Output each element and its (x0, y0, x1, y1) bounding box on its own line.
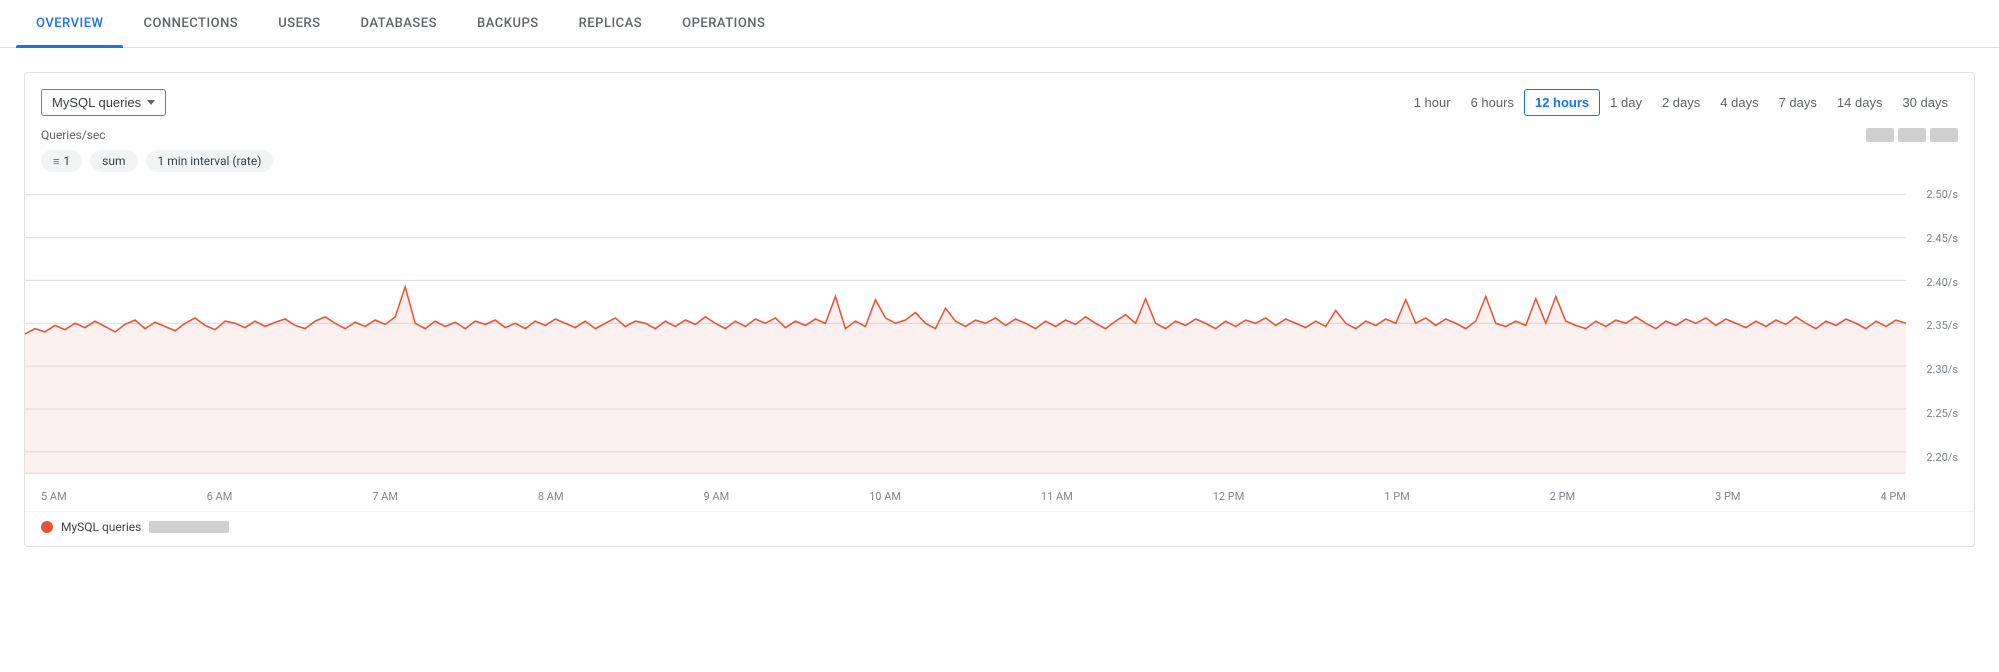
legend-label: MySQL queries (61, 520, 141, 534)
time-btn-2d[interactable]: 2 days (1652, 89, 1710, 116)
x-axis-label: 10 AM (869, 490, 901, 503)
y-axis-label: 2.30/s (1906, 363, 1958, 376)
nav-tab-replicas[interactable]: REPLICAS (559, 0, 663, 47)
nav-tabs: OVERVIEWCONNECTIONSUSERSDATABASESBACKUPS… (0, 0, 1999, 48)
nav-tab-users[interactable]: USERS (258, 0, 340, 47)
metric-dropdown[interactable]: MySQL queries (41, 89, 166, 116)
x-axis-label: 1 PM (1384, 490, 1409, 503)
y-axis-label: 2.25/s (1906, 407, 1958, 420)
nav-tab-backups[interactable]: BACKUPS (457, 0, 559, 47)
dropdown-arrow-icon (147, 100, 155, 105)
dropdown-label: MySQL queries (52, 95, 141, 110)
nav-tab-databases[interactable]: DATABASES (340, 0, 457, 47)
queries-label: Queries/sec (41, 128, 106, 142)
filter-chip-filter1[interactable]: ≡1 (41, 150, 82, 172)
filter-chip-interval[interactable]: 1 min interval (rate) (146, 150, 274, 172)
legend-bar-1 (1866, 128, 1894, 142)
y-axis-label: 2.50/s (1906, 188, 1958, 201)
filter-chips: ≡1sum1 min interval (rate) (25, 150, 1974, 184)
time-btn-1h[interactable]: 1 hour (1404, 89, 1461, 116)
x-axis-label: 6 AM (207, 490, 233, 503)
chip-label: 1 min interval (rate) (158, 154, 262, 168)
x-axis-label: 11 AM (1041, 490, 1073, 503)
time-btn-12h[interactable]: 12 hours (1524, 89, 1600, 116)
chip-label: 1 (63, 154, 70, 168)
x-axis-label: 12 PM (1213, 490, 1245, 503)
y-axis-label: 2.45/s (1906, 232, 1958, 245)
time-btn-14d[interactable]: 14 days (1827, 89, 1893, 116)
x-axis-label: 8 AM (538, 490, 564, 503)
x-axis-label: 4 PM (1880, 490, 1905, 503)
chart-svg-wrapper: 2.50/s 2.45/s 2.40/s 2.35/s 2.30/s 2.25/s 2.20… (25, 184, 1958, 484)
y-axis-label: 2.35/s (1906, 319, 1958, 332)
time-btn-4d[interactable]: 4 days (1710, 89, 1768, 116)
chip-label: sum (102, 154, 125, 168)
chart-header: MySQL queries 1 hour6 hours12 hours1 day… (25, 89, 1974, 128)
legend-bar-3 (1930, 128, 1958, 142)
chart-section: MySQL queries 1 hour6 hours12 hours1 day… (24, 72, 1975, 547)
x-axis-label: 7 AM (372, 490, 398, 503)
legend-dot (41, 521, 53, 533)
x-axis-label: 3 PM (1715, 490, 1740, 503)
nav-tab-operations[interactable]: OPERATIONS (662, 0, 785, 47)
time-btn-6h[interactable]: 6 hours (1461, 89, 1524, 116)
main-content: MySQL queries 1 hour6 hours12 hours1 day… (0, 48, 1999, 563)
chart-meta: Queries/sec (25, 128, 1974, 150)
x-axis-label: 2 PM (1550, 490, 1575, 503)
nav-tab-connections[interactable]: CONNECTIONS (123, 0, 258, 47)
nav-tab-overview[interactable]: OVERVIEW (16, 0, 123, 47)
y-axis-labels: 2.50/s 2.45/s 2.40/s 2.35/s 2.30/s 2.25/s 2.20… (1906, 184, 1958, 484)
x-axis-label: 5 AM (41, 490, 67, 503)
time-range-group: 1 hour6 hours12 hours1 day2 days4 days7 … (1404, 89, 1958, 116)
chart-area: 2.50/s 2.45/s 2.40/s 2.35/s 2.30/s 2.25/s 2.20… (25, 184, 1974, 484)
chart-svg (25, 184, 1906, 484)
legend-placeholder (1866, 128, 1958, 142)
time-btn-30d[interactable]: 30 days (1892, 89, 1958, 116)
time-btn-7d[interactable]: 7 days (1769, 89, 1827, 116)
filter-icon: ≡ (53, 155, 59, 168)
legend-value-placeholder (149, 521, 229, 533)
filter-chip-sum[interactable]: sum (90, 150, 137, 172)
y-axis-label: 2.20/s (1906, 451, 1958, 464)
time-btn-1d[interactable]: 1 day (1600, 89, 1652, 116)
legend-bar-2 (1898, 128, 1926, 142)
x-axis: 5 AM 6 AM 7 AM 8 AM 9 AM 10 AM 11 AM 12 PM 1 PM 2… (25, 484, 1922, 511)
x-axis-label: 9 AM (704, 490, 730, 503)
y-axis-label: 2.40/s (1906, 276, 1958, 289)
chart-legend: MySQL queries (25, 511, 1974, 546)
